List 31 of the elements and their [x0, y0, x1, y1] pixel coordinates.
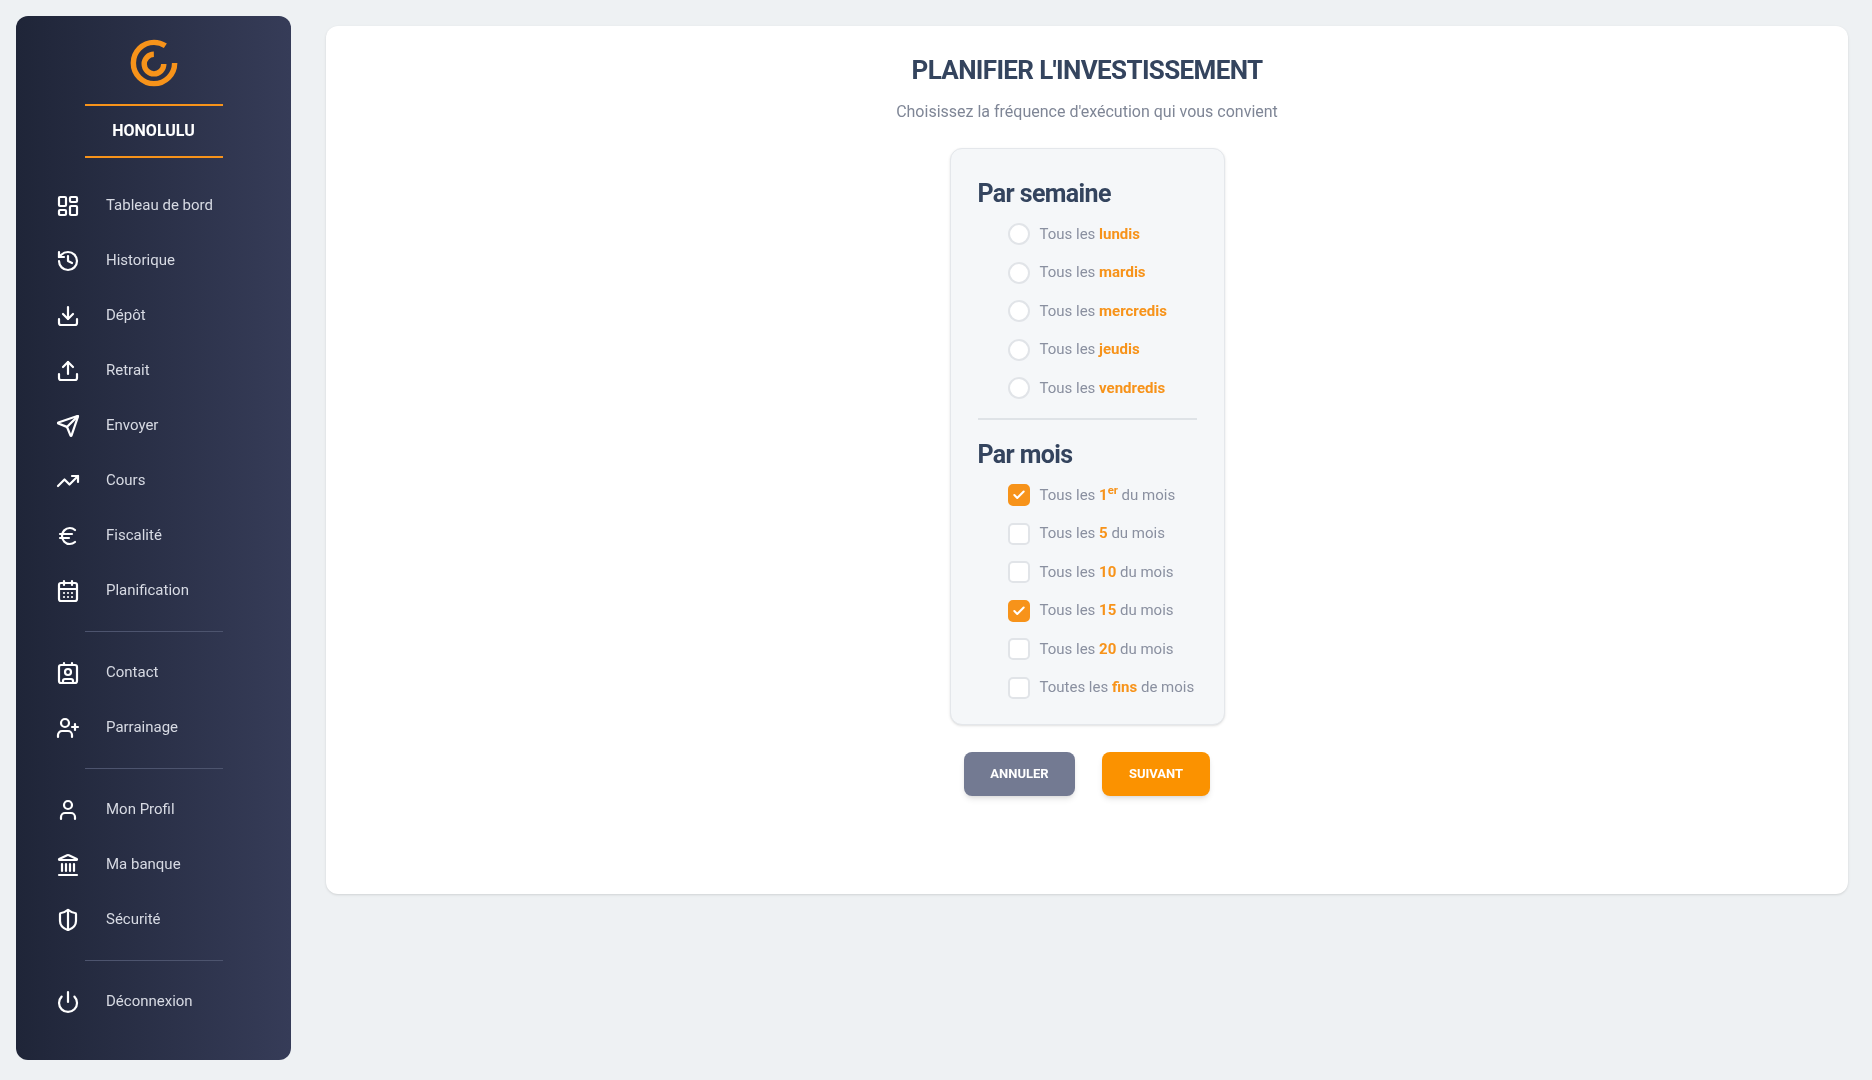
sidebar-item[interactable]: Contact	[16, 652, 291, 693]
option-label: Tous les 1$^{er}$ du mois	[1039, 483, 1176, 506]
sidebar-item[interactable]: Retrait	[16, 350, 291, 391]
option-label: Tous les lundis	[1039, 223, 1140, 245]
sidebar-item[interactable]: Dépôt	[16, 295, 291, 336]
option-label: Tous les vendredis	[1039, 377, 1166, 399]
section-heading: Par semaine	[977, 181, 1112, 206]
sidebar-item[interactable]: Historique	[16, 240, 291, 281]
option-label: Tous les mercredis	[1039, 300, 1167, 322]
sidebar-item[interactable]: Déconnexion	[16, 981, 291, 1022]
sidebar-item[interactable]: Envoyer	[16, 405, 291, 446]
sidebar-item[interactable]: Tableau de bord	[16, 185, 291, 226]
sidebar-item[interactable]: Mon Profil	[16, 789, 291, 830]
sidebar-item[interactable]: Ma banque	[16, 844, 291, 885]
page-title: PLANIFIER L'INVESTISSEMENT	[911, 54, 1263, 87]
option-label: Tous les jeudis	[1039, 339, 1140, 361]
cancel-button[interactable]: ANNULER	[964, 751, 1075, 796]
option-label: Toutes les fins de mois	[1039, 677, 1195, 699]
option-label: Tous les 10 du mois	[1039, 561, 1174, 583]
sidebar-item[interactable]: Fiscalité	[16, 515, 291, 556]
option-label: Tous les 15 du mois	[1039, 600, 1174, 622]
page-subtitle: Choisissez la fréquence d'exécution qui vous convient	[896, 101, 1278, 123]
section-heading: Par mois	[977, 442, 1074, 467]
option-label: Tous les mardis	[1039, 262, 1146, 284]
sidebar-item[interactable]: Cours	[16, 460, 291, 501]
sidebar-item[interactable]: Planification	[16, 570, 291, 611]
brand-name: HONOLULU	[84, 104, 223, 158]
sidebar-item[interactable]: Parrainage	[16, 707, 291, 748]
sidebar-item[interactable]: Sécurité	[16, 899, 291, 940]
option-label: Tous les 5 du mois	[1039, 523, 1165, 545]
option-label: Tous les 20 du mois	[1039, 638, 1174, 660]
